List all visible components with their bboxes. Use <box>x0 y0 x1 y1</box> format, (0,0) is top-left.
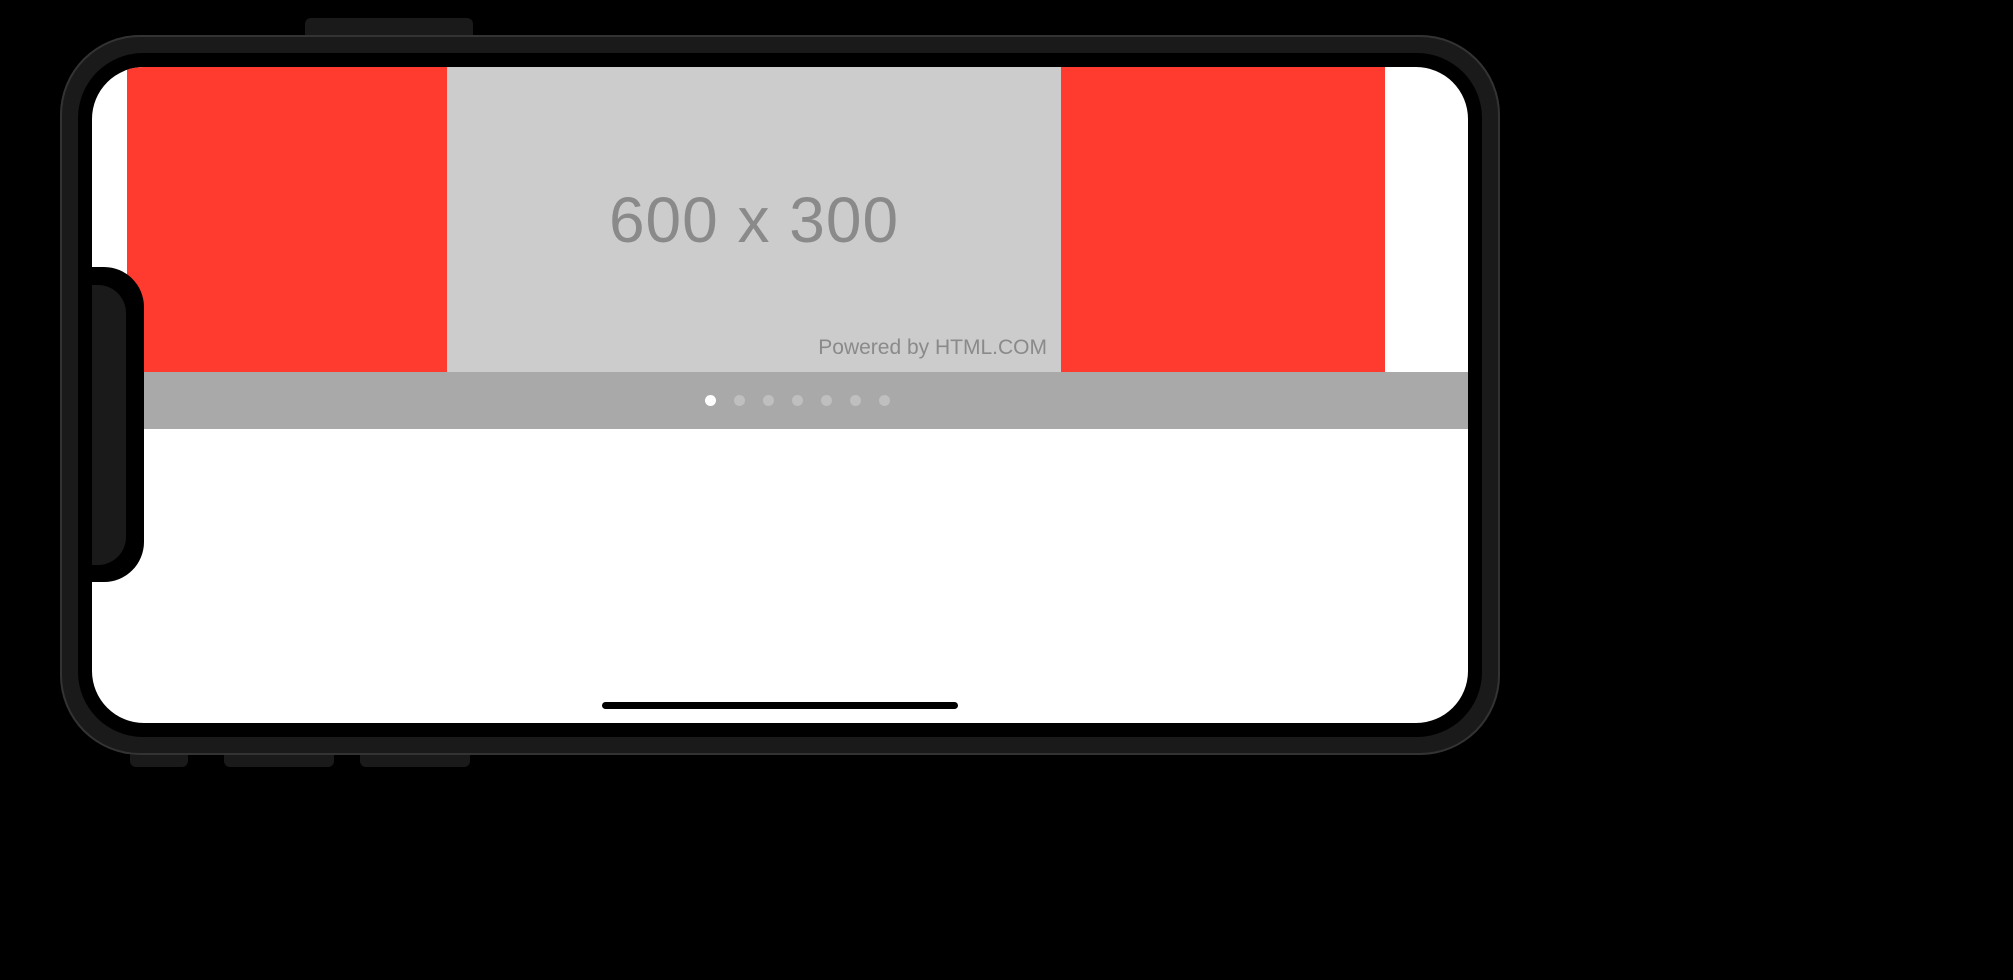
pagination-dot-7[interactable] <box>879 395 890 406</box>
pagination-dot-5[interactable] <box>821 395 832 406</box>
pagination-dot-6[interactable] <box>850 395 861 406</box>
home-indicator[interactable] <box>602 702 958 709</box>
carousel-slide-center[interactable]: 600 x 300 Powered by HTML.COM <box>447 67 1061 372</box>
carousel-container[interactable]: 600 x 300 Powered by HTML.COM <box>127 67 1468 429</box>
carousel-track[interactable]: 600 x 300 Powered by HTML.COM <box>127 67 1468 372</box>
placeholder-dimensions-text: 600 x 300 <box>609 183 899 257</box>
device-notch <box>92 267 144 582</box>
pagination-dot-2[interactable] <box>734 395 745 406</box>
device-frame: 600 x 300 Powered by HTML.COM <box>60 35 1500 755</box>
carousel-slide-right[interactable] <box>1061 67 1385 372</box>
device-bottom-button-3 <box>360 753 470 767</box>
pagination-bar <box>127 372 1468 429</box>
carousel-slide-left[interactable] <box>127 67 447 372</box>
pagination-dot-4[interactable] <box>792 395 803 406</box>
device-inner-frame: 600 x 300 Powered by HTML.COM <box>78 53 1482 737</box>
placeholder-attribution-text: Powered by HTML.COM <box>818 336 1047 360</box>
pagination-dot-3[interactable] <box>763 395 774 406</box>
device-notch-inner <box>92 285 126 565</box>
device-screen: 600 x 300 Powered by HTML.COM <box>92 67 1468 723</box>
device-bottom-button-2 <box>224 753 334 767</box>
pagination-dot-1[interactable] <box>705 395 716 406</box>
device-top-button <box>305 18 473 36</box>
device-bottom-button-1 <box>130 753 188 767</box>
